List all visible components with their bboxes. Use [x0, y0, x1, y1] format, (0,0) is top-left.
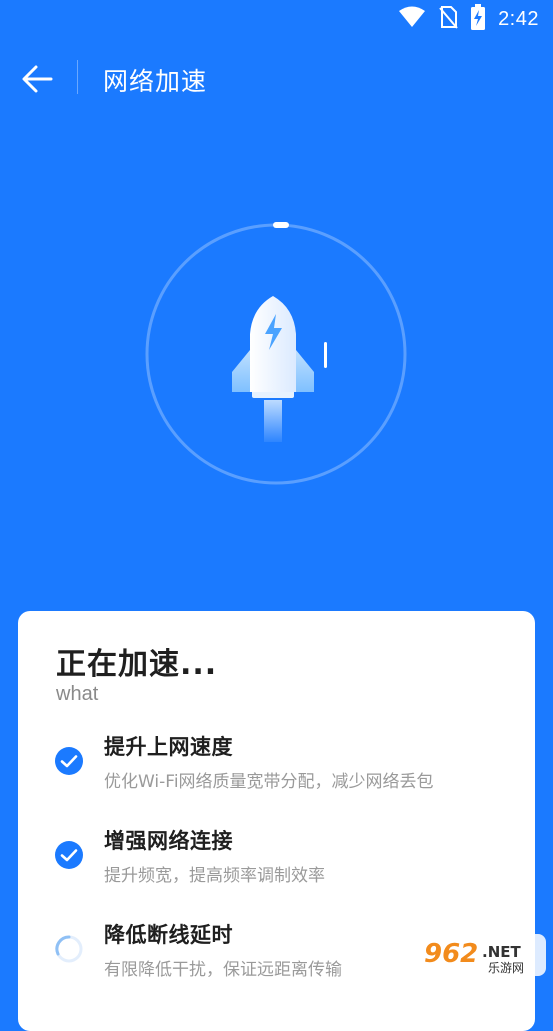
check-circle-icon [54, 746, 84, 776]
watermark-logo: 962 .NET 乐游网 [414, 930, 548, 980]
progress-dot [273, 222, 289, 228]
arrow-left-icon [22, 65, 53, 93]
task-title: 提升上网速度 [104, 735, 233, 759]
task-item: 提升上网速度 优化Wi-Fi网络质量宽带分配，减少网络丢包 [54, 731, 514, 801]
card-subtitle: what [56, 683, 99, 705]
loading-spinner-icon [54, 934, 84, 964]
accelerator-animation [144, 222, 408, 486]
task-desc: 提升频宽，提高频率调制效率 [104, 866, 325, 886]
svg-text:.NET: .NET [482, 943, 521, 961]
status-time: 2:42 [498, 7, 539, 30]
svg-text:962: 962 [424, 939, 478, 969]
toolbar: 网络加速 [0, 52, 553, 104]
task-desc: 优化Wi-Fi网络质量宽带分配，减少网络丢包 [104, 772, 434, 792]
no-sim-icon [438, 5, 458, 33]
status-icons: 2:42 [398, 4, 539, 34]
task-title: 降低断线延时 [104, 923, 233, 947]
speed-line [324, 342, 327, 368]
check-circle-icon [54, 840, 84, 870]
battery-charging-icon [470, 4, 486, 34]
task-item: 增强网络连接 提升频宽，提高频率调制效率 [54, 825, 514, 895]
page-title: 网络加速 [103, 67, 208, 96]
task-desc: 有限降低干扰，保证远距离传输 [104, 960, 342, 980]
back-button[interactable] [18, 58, 58, 98]
status-bar: 2:42 [0, 0, 553, 38]
rocket-icon [232, 296, 314, 442]
wifi-icon [398, 6, 426, 32]
task-title: 增强网络连接 [104, 829, 233, 853]
card-title: 正在加速... [56, 647, 218, 682]
svg-text:乐游网: 乐游网 [488, 961, 524, 975]
toolbar-divider [77, 60, 78, 94]
